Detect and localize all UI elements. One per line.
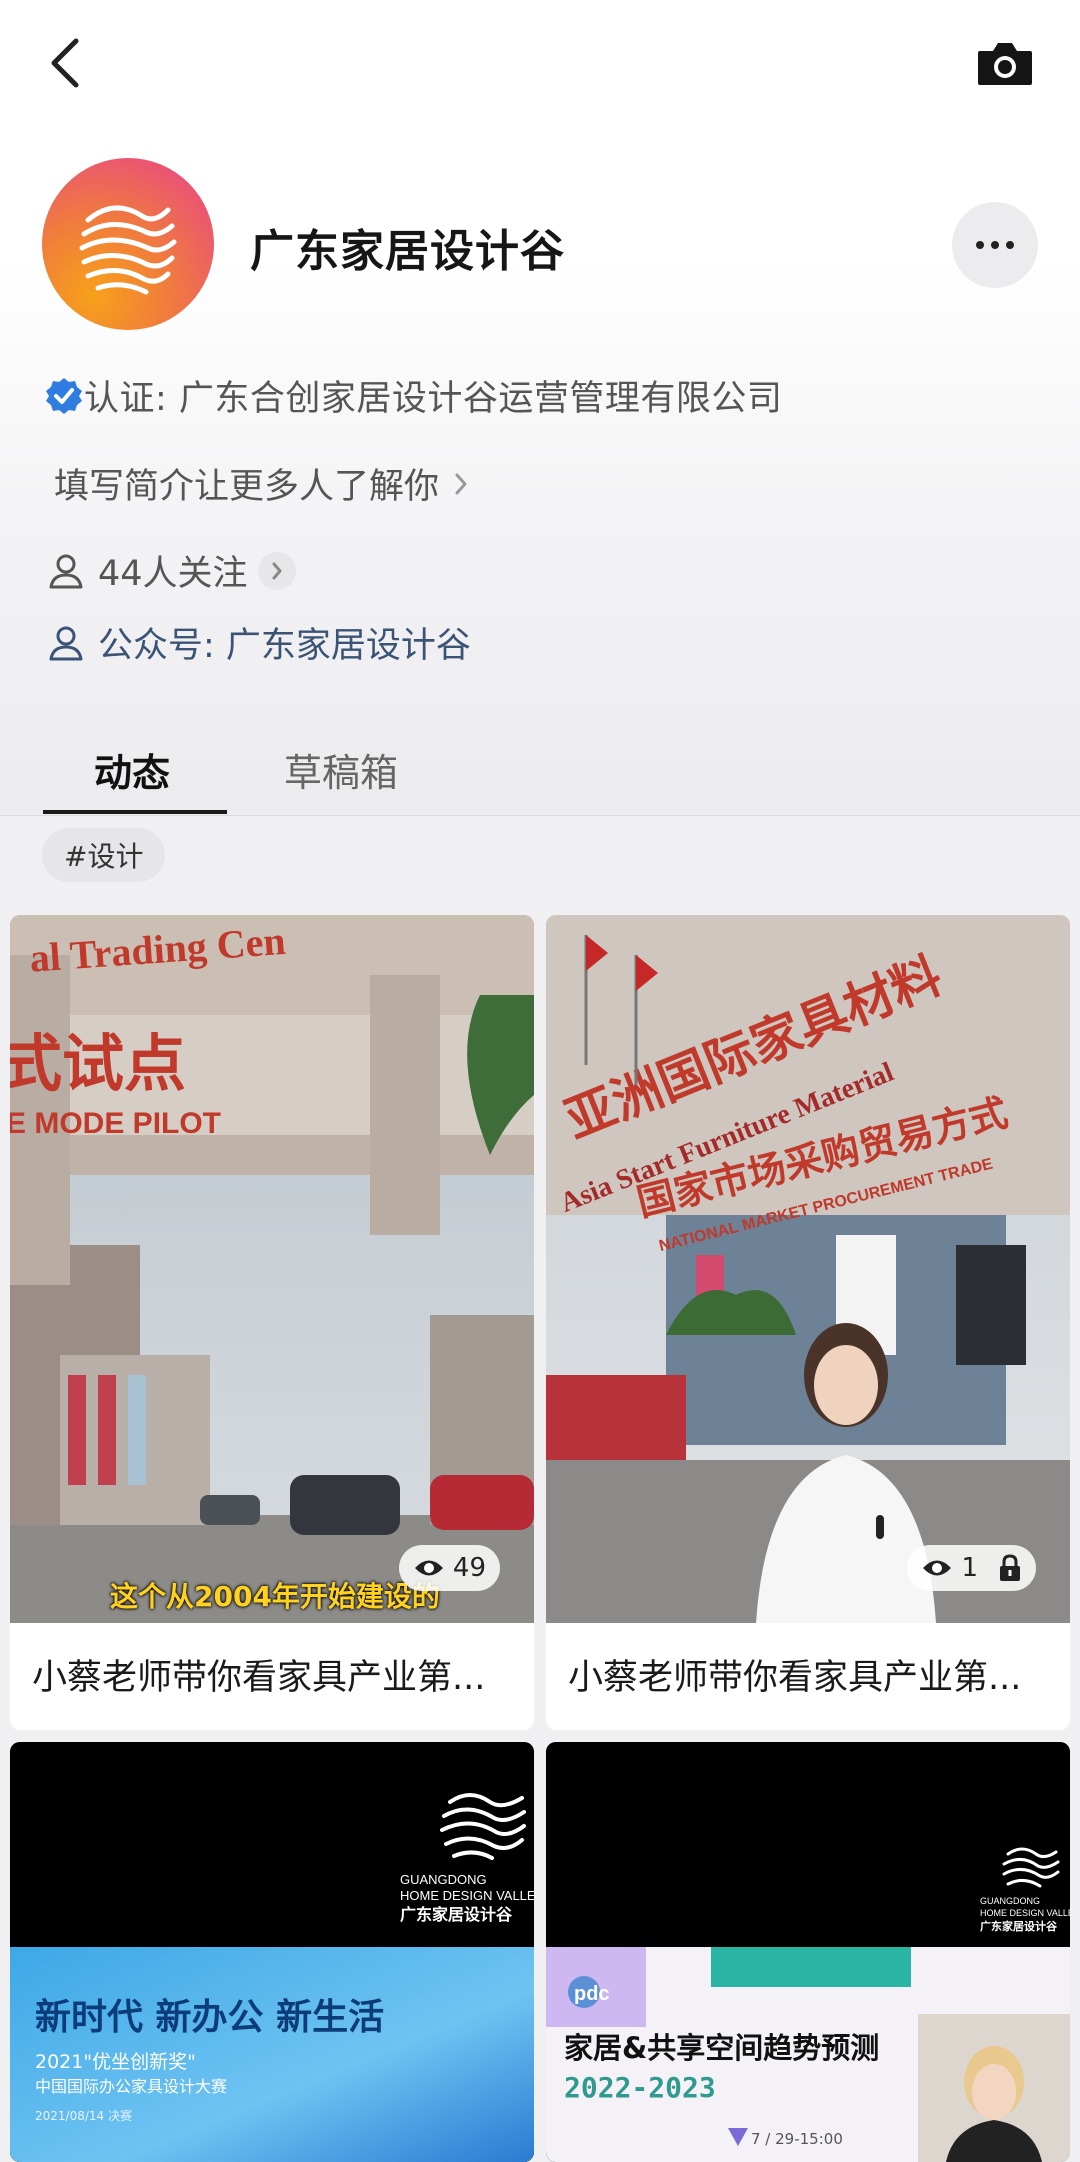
following-chevron <box>257 551 296 590</box>
official-account-icon <box>49 626 83 660</box>
brand-en-line2: HOME DESIGN VALLEY <box>400 1888 534 1903</box>
view-count-badge: 1 <box>907 1545 1036 1591</box>
tab-posts[interactable]: 动态 <box>94 742 170 797</box>
thumbnail-image: GUANGDONG HOME DESIGN VALLEY 广东家居设计谷 pdc… <box>546 1742 1070 2162</box>
post-card[interactable]: 亚洲国际家具材料 Asia Start Furniture Material 国… <box>546 915 1070 1730</box>
camera-icon <box>978 43 1032 85</box>
video-subtitle: 这个从2004年开始建设的 <box>110 1580 440 1613</box>
post-title: 小蔡老师带你看家具产业第... <box>32 1658 486 1698</box>
banner-years: 2022-2023 <box>564 2071 716 2104</box>
eye-icon <box>414 1560 443 1576</box>
sign-cn-text: 式试点 <box>10 1027 186 1100</box>
profile-tabs: 动态 草稿箱 <box>0 730 1080 816</box>
chevron-right-icon <box>455 473 467 494</box>
banner-title: 家居&共享空间趋势预测 <box>564 2031 879 2065</box>
post-card[interactable]: al Trading Cen 式试点 E MODE PILOT 这个从2004年… <box>10 915 534 1730</box>
brand-en-line1: GUANGDONG <box>980 1896 1040 1906</box>
thumbnail-image: al Trading Cen 式试点 E MODE PILOT <box>10 915 534 1623</box>
thumbnail-image: 亚洲国际家具材料 Asia Start Furniture Material 国… <box>546 915 1070 1623</box>
post-thumbnail: al Trading Cen 式试点 E MODE PILOT <box>10 915 534 1623</box>
profile-name: 广东家居设计谷 <box>250 226 565 277</box>
post-card[interactable]: GUANGDONG HOME DESIGN VALLEY 广东家居设计谷 新时代… <box>10 1742 534 2162</box>
eye-icon <box>923 1560 952 1576</box>
thumbnail-image: GUANGDONG HOME DESIGN VALLEY 广东家居设计谷 新时代… <box>10 1742 534 2162</box>
banner-title: 新时代 新办公 新生活 <box>35 1997 384 2038</box>
view-count: 49 <box>452 1553 486 1583</box>
more-options-button[interactable] <box>952 202 1038 288</box>
brand-en-line2: HOME DESIGN VALLEY <box>980 1908 1070 1918</box>
post-title: 小蔡老师带你看家具产业第... <box>568 1658 1022 1698</box>
brand-cn: 广东家居设计谷 <box>980 1919 1058 1933</box>
banner-date: 2021/08/14 决赛 <box>35 2108 132 2123</box>
tab-drafts[interactable]: 草稿箱 <box>284 742 398 797</box>
intro-prompt-text: 填写简介让更多人了解你 <box>54 467 440 507</box>
brand-logo-icon <box>79 205 177 295</box>
avatar[interactable] <box>42 158 214 330</box>
camera-button[interactable] <box>965 28 1045 98</box>
banner-line2: 中国国际办公家具设计大赛 <box>35 2077 227 2096</box>
back-button[interactable] <box>30 28 100 98</box>
brand-cn: 广东家居设计谷 <box>400 1905 513 1924</box>
following-count: 44人关注 <box>98 554 248 594</box>
official-account-link[interactable]: 公众号: 广东家居设计谷 <box>46 617 471 668</box>
intro-prompt-link[interactable]: 填写简介让更多人了解你 <box>54 458 473 509</box>
banner-line1: 2021"优坐创新奖" <box>35 2051 196 2073</box>
chevron-right-icon <box>272 562 282 579</box>
active-tab-indicator <box>43 810 227 814</box>
view-count-badge: 49 <box>398 1545 500 1591</box>
following-link[interactable]: 44人关注 <box>46 545 296 596</box>
post-thumbnail: 亚洲国际家具材料 Asia Start Furniture Material 国… <box>546 915 1070 1623</box>
certification-text: 认证: 广东合创家居设计谷运营管理有限公司 <box>84 379 783 419</box>
brand-en-line1: GUANGDONG <box>400 1872 487 1887</box>
sign-en-text: E MODE PILOT <box>10 1107 221 1140</box>
view-count: 1 <box>961 1553 978 1583</box>
certification-row: 认证: 广东合创家居设计谷运营管理有限公司 <box>44 370 782 421</box>
verified-badge-icon <box>46 377 82 414</box>
lock-icon <box>1000 1554 1020 1581</box>
official-account-text: 公众号: 广东家居设计谷 <box>98 626 471 666</box>
post-card[interactable]: GUANGDONG HOME DESIGN VALLEY 广东家居设计谷 pdc… <box>546 1742 1070 2162</box>
tag-chip[interactable]: #设计 <box>42 828 166 882</box>
user-icon <box>49 554 83 588</box>
banner-date: 7 / 29-15:00 <box>751 2130 843 2148</box>
pdc-logo: pdc <box>574 1983 610 2005</box>
chevron-left-icon <box>51 38 79 88</box>
ellipsis-icon <box>976 241 1014 249</box>
